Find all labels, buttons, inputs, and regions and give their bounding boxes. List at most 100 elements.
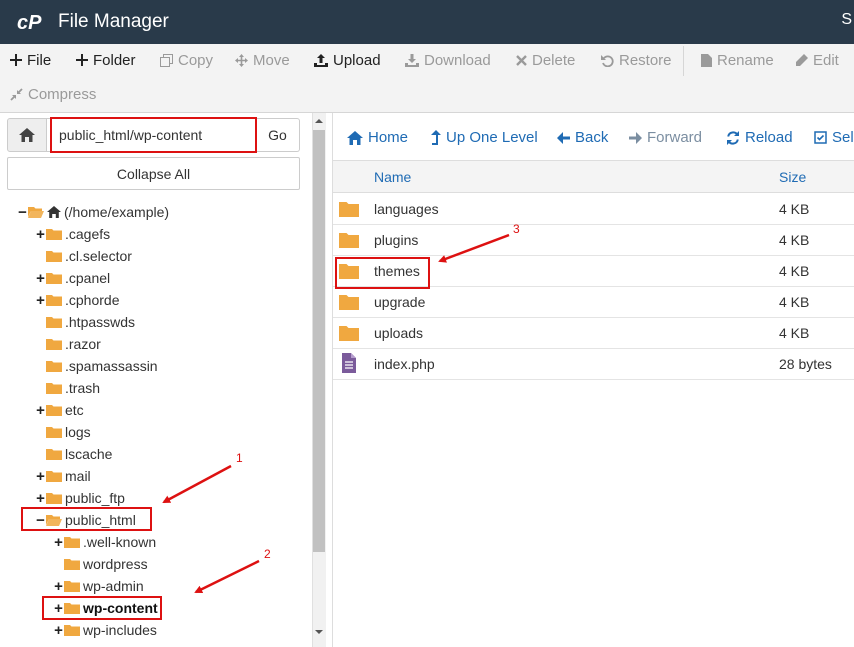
- svg-text:cP: cP: [17, 12, 42, 34]
- tree-item[interactable]: .htpasswds: [35, 311, 135, 333]
- file-icon: [701, 53, 712, 67]
- expand-toggle-icon[interactable]: +: [35, 491, 46, 506]
- expand-toggle-icon[interactable]: +: [53, 623, 64, 638]
- tree-item-label: .cphorde: [65, 292, 120, 308]
- collapse-toggle-icon[interactable]: −: [17, 205, 28, 220]
- rename-button[interactable]: Rename: [701, 49, 774, 71]
- annotation-path-highlight: [50, 117, 257, 153]
- tree-item-label: .razor: [65, 336, 101, 352]
- folder-icon: [64, 581, 80, 592]
- file-name[interactable]: languages: [374, 201, 439, 217]
- edit-button[interactable]: Edit: [795, 49, 839, 71]
- expand-toggle-icon[interactable]: +: [53, 579, 64, 594]
- collapse-all-button[interactable]: Collapse All: [7, 157, 300, 190]
- folder-icon: [46, 383, 62, 394]
- tree-item[interactable]: lscache: [35, 443, 112, 465]
- copy-label: Copy: [178, 51, 214, 69]
- file-list-panel: Home Up One Level Back Forward Reload Se…: [332, 113, 854, 647]
- folder-icon: [46, 471, 62, 482]
- tree-item[interactable]: − (/home/example): [17, 201, 169, 223]
- expand-toggle-icon[interactable]: +: [35, 293, 46, 308]
- table-row[interactable]: uploads 4 KB: [333, 318, 854, 349]
- tree-item[interactable]: + mail: [35, 465, 91, 487]
- tree-item[interactable]: + .cphorde: [35, 289, 119, 311]
- up-one-level-button[interactable]: Up One Level: [431, 129, 538, 146]
- folder-icon: [64, 625, 80, 636]
- expand-toggle-icon[interactable]: +: [53, 535, 64, 550]
- expand-toggle-icon[interactable]: +: [35, 271, 46, 286]
- table-row[interactable]: plugins 4 KB: [333, 225, 854, 256]
- table-row[interactable]: index.php 28 bytes: [333, 349, 854, 380]
- folder-icon: [46, 449, 62, 460]
- delete-button[interactable]: Delete: [516, 49, 575, 71]
- folder-icon: [46, 405, 62, 416]
- move-button[interactable]: Move: [235, 49, 290, 71]
- upload-button[interactable]: Upload: [314, 49, 381, 71]
- table-header: Name Size: [333, 160, 854, 193]
- download-button[interactable]: Download: [405, 49, 491, 71]
- forward-button[interactable]: Forward: [629, 129, 702, 146]
- header-user-text[interactable]: S: [841, 11, 852, 29]
- tree-item[interactable]: wordpress: [53, 553, 148, 575]
- tree-item[interactable]: + wp-admin: [53, 575, 144, 597]
- expand-toggle-icon[interactable]: +: [35, 403, 46, 418]
- size-column-header[interactable]: Size: [779, 169, 806, 185]
- copy-button[interactable]: Copy: [160, 49, 213, 71]
- tree-scrollbar-thumb[interactable]: [313, 130, 325, 552]
- file-name[interactable]: upgrade: [374, 294, 425, 310]
- scroll-down-arrow-icon[interactable]: [313, 626, 325, 638]
- file-name[interactable]: index.php: [374, 356, 435, 372]
- tree-item[interactable]: + public_ftp: [35, 487, 125, 509]
- tree-item[interactable]: .trash: [35, 377, 100, 399]
- tree-item[interactable]: .spamassassin: [35, 355, 158, 377]
- download-icon: [405, 53, 419, 67]
- plus-icon: [76, 54, 88, 66]
- go-button[interactable]: Go: [256, 118, 300, 152]
- move-arrows-icon: [235, 53, 248, 67]
- move-label: Move: [253, 51, 290, 69]
- undo-icon: [601, 54, 614, 67]
- new-folder-button[interactable]: Folder: [76, 49, 136, 71]
- tree-item[interactable]: + etc: [35, 399, 84, 421]
- scroll-up-arrow-icon[interactable]: [313, 115, 325, 127]
- expand-toggle-icon[interactable]: +: [35, 469, 46, 484]
- folder-icon: [64, 559, 80, 570]
- file-name[interactable]: plugins: [374, 232, 418, 248]
- file-size: 4 KB: [779, 263, 810, 279]
- edit-label: Edit: [813, 51, 839, 69]
- tree-item[interactable]: .cl.selector: [35, 245, 132, 267]
- pencil-icon: [796, 53, 808, 66]
- file-name[interactable]: uploads: [374, 325, 423, 341]
- annotation-themes-highlight: [335, 257, 430, 289]
- compress-button[interactable]: Compress: [10, 83, 96, 105]
- tree-item[interactable]: logs: [35, 421, 91, 443]
- name-column-header[interactable]: Name: [374, 169, 411, 185]
- tree-item-label: .cagefs: [65, 226, 111, 242]
- tree-item[interactable]: + wp-includes: [53, 619, 157, 641]
- tree-item[interactable]: + .cpanel: [35, 267, 110, 289]
- tree-item[interactable]: + .cagefs: [35, 223, 110, 245]
- restore-label: Restore: [619, 51, 672, 69]
- expand-toggle-icon[interactable]: +: [35, 227, 46, 242]
- home-nav-button[interactable]: Home: [347, 129, 408, 146]
- php-file-icon: [342, 353, 356, 373]
- back-button[interactable]: Back: [557, 129, 608, 146]
- reload-button[interactable]: Reload: [726, 129, 793, 146]
- tree-item[interactable]: .razor: [35, 333, 101, 355]
- table-row[interactable]: languages 4 KB: [333, 194, 854, 225]
- tree-item[interactable]: + .well-known: [53, 531, 156, 553]
- folder-icon: [46, 427, 62, 438]
- tree-item-label: etc: [65, 402, 84, 418]
- home-directory-button[interactable]: [7, 118, 47, 152]
- tree-item-label: public_ftp: [65, 490, 125, 506]
- restore-button[interactable]: Restore: [601, 49, 672, 71]
- new-folder-label: Folder: [93, 51, 136, 69]
- file-size: 4 KB: [779, 325, 810, 341]
- table-row[interactable]: upgrade 4 KB: [333, 287, 854, 318]
- download-label: Download: [424, 51, 491, 69]
- reload-label: Reload: [745, 129, 793, 146]
- checkbox-icon: [814, 131, 827, 144]
- new-file-button[interactable]: File: [10, 49, 51, 71]
- copy-icon: [160, 53, 173, 67]
- select-all-button[interactable]: Sele: [814, 129, 854, 146]
